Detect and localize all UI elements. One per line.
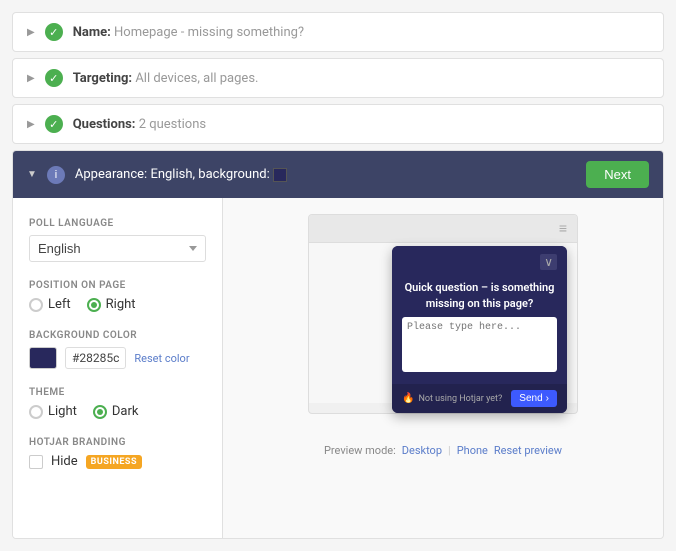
- appearance-controls: POLL LANGUAGE English POSITION ON PAGE L…: [13, 198, 223, 538]
- poll-widget-header: ∨: [392, 246, 567, 274]
- hotjar-branding-group: HOTJAR BRANDING Hide BUSINESS: [29, 437, 206, 469]
- theme-group: THEME Light Dark: [29, 387, 206, 419]
- questions-chevron[interactable]: ▶: [27, 119, 35, 130]
- preview-mode-label: Preview mode:: [324, 444, 396, 457]
- theme-dark-radio[interactable]: [93, 405, 107, 419]
- position-label: POSITION ON PAGE: [29, 280, 206, 291]
- browser-bar: ≡: [309, 215, 577, 243]
- questions-check-icon: ✓: [45, 115, 63, 133]
- poll-language-select[interactable]: English: [29, 235, 206, 262]
- position-group: POSITION ON PAGE Left Right: [29, 280, 206, 312]
- position-right-radio-inner: [91, 302, 97, 308]
- position-right-option[interactable]: Right: [87, 297, 136, 312]
- browser-menu-icon: ≡: [559, 220, 567, 237]
- poll-send-button[interactable]: Send ›: [511, 390, 557, 407]
- theme-radio-group: Light Dark: [29, 404, 206, 419]
- business-badge: BUSINESS: [86, 455, 142, 469]
- phone-link[interactable]: Phone: [457, 444, 488, 457]
- theme-label: THEME: [29, 387, 206, 398]
- preview-footer: Preview mode: Desktop | Phone Reset prev…: [324, 444, 562, 457]
- appearance-body: POLL LANGUAGE English POSITION ON PAGE L…: [13, 198, 663, 538]
- theme-light-option[interactable]: Light: [29, 404, 77, 419]
- name-section[interactable]: ▶ ✓ Name: Homepage - missing something?: [12, 12, 664, 52]
- main-container: ▶ ✓ Name: Homepage - missing something? …: [0, 0, 676, 551]
- bg-color-group: BACKGROUND COLOR #28285c Reset color: [29, 330, 206, 369]
- browser-content: ∨ Quick question – is something missing …: [309, 243, 577, 403]
- bg-color-swatch[interactable]: [29, 347, 57, 369]
- questions-label: Questions: 2 questions: [73, 117, 206, 132]
- bg-color-label: BACKGROUND COLOR: [29, 330, 206, 341]
- targeting-label: Targeting: All devices, all pages.: [73, 71, 259, 86]
- theme-light-radio[interactable]: [29, 405, 43, 419]
- hotjar-branding-row: Hide BUSINESS: [29, 454, 206, 469]
- hide-checkbox[interactable]: [29, 455, 43, 469]
- hide-label: Hide: [51, 454, 78, 469]
- targeting-section[interactable]: ▶ ✓ Targeting: All devices, all pages.: [12, 58, 664, 98]
- position-left-label: Left: [48, 297, 71, 312]
- poll-widget: ∨ Quick question – is something missing …: [392, 246, 567, 413]
- poll-language-group: POLL LANGUAGE English: [29, 218, 206, 262]
- hotjar-flame-icon: 🔥: [402, 393, 414, 404]
- theme-dark-label: Dark: [112, 404, 139, 419]
- name-check-icon: ✓: [45, 23, 63, 41]
- appearance-header-label: Appearance: English, background:: [75, 167, 576, 182]
- color-row: #28285c Reset color: [29, 347, 206, 369]
- appearance-chevron[interactable]: ▼: [27, 169, 37, 180]
- theme-light-label: Light: [48, 404, 77, 419]
- theme-dark-option[interactable]: Dark: [93, 404, 139, 419]
- targeting-chevron[interactable]: ▶: [27, 73, 35, 84]
- send-arrow-icon: ›: [546, 393, 549, 404]
- theme-dark-radio-inner: [97, 409, 103, 415]
- name-chevron[interactable]: ▶: [27, 27, 35, 38]
- poll-question: Quick question – is something missing on…: [402, 280, 557, 311]
- poll-textarea[interactable]: [402, 317, 557, 372]
- reset-preview-link[interactable]: Reset preview: [494, 444, 562, 457]
- desktop-link[interactable]: Desktop: [402, 444, 442, 457]
- poll-language-label: POLL LANGUAGE: [29, 218, 206, 229]
- poll-collapse-button[interactable]: ∨: [540, 254, 557, 270]
- position-right-radio[interactable]: [87, 298, 101, 312]
- position-right-label: Right: [106, 297, 136, 312]
- appearance-info-icon: i: [47, 166, 65, 184]
- questions-section[interactable]: ▶ ✓ Questions: 2 questions: [12, 104, 664, 144]
- preview-area: ≡ ∨ Quick question – is something missin…: [223, 198, 663, 538]
- position-radio-group: Left Right: [29, 297, 206, 312]
- position-left-option[interactable]: Left: [29, 297, 71, 312]
- position-left-radio[interactable]: [29, 298, 43, 312]
- poll-footer: 🔥 Not using Hotjar yet? Send ›: [392, 384, 567, 413]
- browser-mockup: ≡ ∨ Quick question – is something missin…: [308, 214, 578, 414]
- branding-text: Not using Hotjar yet?: [418, 394, 502, 404]
- footer-separator: |: [448, 444, 451, 457]
- reset-color-link[interactable]: Reset color: [134, 352, 189, 365]
- poll-body: Quick question – is something missing on…: [392, 274, 567, 384]
- targeting-check-icon: ✓: [45, 69, 63, 87]
- poll-branding: 🔥 Not using Hotjar yet?: [402, 393, 502, 404]
- appearance-section: ▼ i Appearance: English, background: Nex…: [12, 150, 664, 539]
- bg-color-value: #28285c: [65, 347, 126, 369]
- appearance-header[interactable]: ▼ i Appearance: English, background: Nex…: [13, 151, 663, 198]
- hotjar-branding-label: HOTJAR BRANDING: [29, 437, 206, 448]
- name-label: Name: Homepage - missing something?: [73, 25, 304, 40]
- next-button[interactable]: Next: [586, 161, 649, 188]
- header-color-swatch: [273, 168, 287, 182]
